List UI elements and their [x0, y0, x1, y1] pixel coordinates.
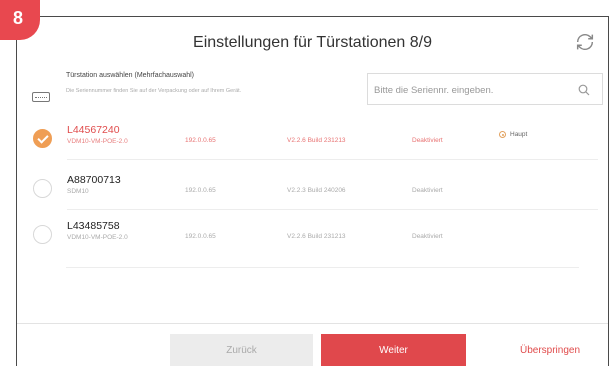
device-checkbox[interactable] [33, 179, 52, 198]
header: Einstellungen für Türstationen 8/9 [17, 17, 608, 69]
row-divider [67, 159, 598, 160]
device-firmware: V2.2.6 Build 231213 [287, 137, 346, 144]
device-status: Deaktiviert [412, 137, 443, 144]
device-list: L44567240 VDM10-VM-POE-2.0 192.0.0.65 V2… [17, 115, 608, 275]
device-firmware: V2.2.6 Build 231213 [287, 233, 346, 240]
search-box[interactable] [367, 73, 603, 105]
row-divider [67, 209, 598, 210]
back-button[interactable]: Zurück [170, 334, 313, 366]
device-ip: 192.0.0.65 [185, 137, 216, 144]
device-row[interactable]: L44567240 VDM10-VM-POE-2.0 192.0.0.65 V2… [17, 115, 608, 160]
device-model: VDM10-VM-POE-2.0 [67, 234, 128, 241]
footer: Zurück Weiter Überspringen [17, 323, 608, 366]
device-serial: L43485758 [67, 220, 120, 232]
door-station-icon [32, 92, 50, 102]
device-status: Deaktiviert [412, 187, 443, 194]
panel-hint: Die Seriennummer finden Sie auf der Verp… [66, 88, 242, 94]
device-serial: L44567240 [67, 124, 120, 136]
device-ip: 192.0.0.65 [185, 187, 216, 194]
panel-title: Türstation auswählen (Mehrfachauswahl) [66, 72, 195, 79]
page-title: Einstellungen für Türstationen 8/9 [193, 34, 432, 51]
device-row[interactable]: L43485758 VDM10-VM-POE-2.0 192.0.0.65 V2… [17, 211, 608, 256]
refresh-icon[interactable] [574, 31, 596, 53]
device-select-panel-header: Türstation auswählen (Mehrfachauswahl) D… [30, 70, 360, 108]
device-firmware: V2.2.3 Build 240206 [287, 187, 346, 194]
next-button[interactable]: Weiter [321, 334, 466, 366]
device-serial: A88700713 [67, 174, 121, 186]
device-model: VDM10-VM-POE-2.0 [67, 138, 128, 145]
device-ip: 192.0.0.65 [185, 233, 216, 240]
skip-button[interactable]: Überspringen [495, 334, 605, 366]
search-icon[interactable] [578, 84, 590, 96]
main-station-radio[interactable] [499, 131, 506, 138]
device-status: Deaktiviert [412, 233, 443, 240]
search-input[interactable] [374, 81, 564, 99]
main-station-option[interactable]: Haupt [499, 131, 527, 138]
device-row[interactable]: A88700713 SDM10 192.0.0.65 V2.2.3 Build … [17, 165, 608, 210]
device-model: SDM10 [67, 188, 89, 195]
device-checkbox[interactable] [33, 129, 52, 148]
list-bottom-divider [66, 267, 579, 268]
main-station-label: Haupt [510, 131, 528, 138]
device-checkbox[interactable] [33, 225, 52, 244]
